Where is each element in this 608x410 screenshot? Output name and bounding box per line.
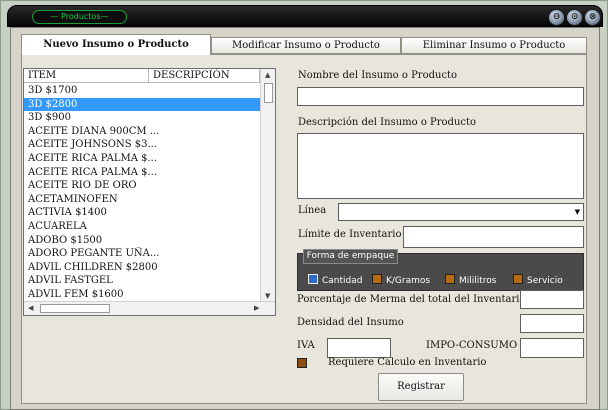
packaging-option-cantidad[interactable]: Cantidad [308, 274, 362, 287]
close-button[interactable]: ⊗ [584, 9, 601, 26]
list-item[interactable]: ACEITE RIO DE ORO [24, 179, 260, 193]
title-bar[interactable]: — Productos— ⊖ ⊙ ⊗ [7, 5, 603, 27]
list-item[interactable]: ADVIL FEM $1600 [24, 288, 260, 302]
horizontal-scroll-thumb[interactable] [40, 304, 110, 313]
line-label: Línea [298, 205, 327, 216]
list-item[interactable]: ACEITE DIANA 900CM ... [24, 125, 260, 139]
list-item[interactable]: ADOBO $1500 [24, 234, 260, 248]
list-item[interactable]: ACEITE RICA PALMA $... [24, 166, 260, 180]
register-button[interactable]: Registrar [378, 373, 464, 401]
column-item-header[interactable]: ITEM [24, 69, 149, 83]
impoconsumo-input[interactable] [520, 338, 584, 358]
packaging-option-mililitros[interactable]: Mililitros [445, 274, 497, 287]
packaging-option-kgramos[interactable]: K/Gramos [372, 274, 430, 287]
chevron-down-icon[interactable]: ▼ [575, 208, 580, 216]
packaging-group: Forma de empaque Cantidad K/Gramos Milil… [297, 249, 584, 291]
list-item[interactable]: ADVIL FASTGEL [24, 274, 260, 288]
application-window: — Productos— ⊖ ⊙ ⊗ Nuevo Insumo o Produc… [0, 0, 608, 410]
requires-calculation-checkbox[interactable] [297, 358, 307, 368]
list-item[interactable]: ACEITE RICA PALMA $... [24, 152, 260, 166]
window-title: — Productos— [32, 10, 127, 24]
product-form-client-area: Nuevo Insumo o Producto Modificar Insumo… [10, 27, 600, 410]
list-item[interactable]: 3D $2800 [24, 97, 260, 112]
inventory-limit-label: Límite de Inventario [298, 229, 402, 240]
packaging-option-servicio[interactable]: Servicio [513, 274, 563, 287]
vertical-scroll-thumb[interactable] [264, 83, 273, 103]
product-name-input[interactable] [297, 87, 584, 106]
density-input[interactable] [520, 314, 584, 333]
checkbox-icon[interactable] [372, 274, 382, 284]
packaging-option-label: Servicio [527, 276, 563, 286]
list-item[interactable]: ACEITE JOHNSONS $3... [24, 138, 260, 152]
requires-calculation-label: Requiere Calculo en Inventario [328, 357, 487, 368]
list-item[interactable]: 3D $1700 [24, 84, 260, 98]
tab-new-product[interactable]: Nuevo Insumo o Producto [21, 34, 211, 55]
impoconsumo-label: IMPO-CONSUMO [426, 340, 518, 351]
merma-input[interactable] [520, 290, 584, 309]
scroll-down-arrow-icon[interactable]: ▼ [265, 292, 270, 300]
packaging-option-label: K/Gramos [386, 276, 431, 286]
column-description-header[interactable]: DESCRIPCIÓN [149, 69, 260, 83]
line-dropdown[interactable]: ▼ [338, 203, 584, 221]
minimize-button[interactable]: ⊖ [548, 9, 565, 26]
checkbox-icon[interactable] [513, 274, 523, 284]
scroll-up-arrow-icon[interactable]: ▲ [265, 71, 270, 79]
iva-label: IVA [297, 340, 315, 351]
product-description-textarea[interactable] [297, 133, 584, 199]
checkbox-icon[interactable] [445, 274, 455, 284]
packaging-option-label: Mililitros [459, 276, 497, 286]
tab-modify-product[interactable]: Modificar Insumo o Producto [211, 37, 401, 54]
maximize-button[interactable]: ⊙ [566, 9, 583, 26]
list-item[interactable]: ACTIVIA $1400 [24, 206, 260, 220]
product-list[interactable]: ITEM DESCRIPCIÓN 3D $1700 3D $2800 3D $9… [23, 68, 276, 316]
packaging-title: Forma de empaque [303, 249, 398, 264]
iva-input[interactable] [327, 338, 391, 358]
list-item[interactable]: 3D $900 [24, 111, 260, 125]
checkbox-checked-icon[interactable] [308, 274, 318, 284]
packaging-option-label: Cantidad [322, 276, 363, 286]
list-item[interactable]: ADORO PEGANTE UÑA... [24, 247, 260, 261]
vertical-scrollbar[interactable]: ▲ ▼ [260, 69, 275, 302]
scroll-right-arrow-icon[interactable]: ▶ [254, 304, 259, 312]
merma-label: Porcentaje de Merma del total del Invent… [297, 294, 526, 305]
list-item[interactable]: ACETAMINOFEN [24, 193, 260, 207]
horizontal-scrollbar[interactable]: ◀ ▶ [24, 301, 275, 315]
scroll-left-arrow-icon[interactable]: ◀ [28, 304, 33, 312]
tab-strip: Nuevo Insumo o Producto Modificar Insumo… [21, 34, 587, 55]
list-item[interactable]: ACUARELA [24, 220, 260, 234]
list-item[interactable]: ADVIL CHILDREN $2800 [24, 261, 260, 275]
product-list-rows: 3D $1700 3D $2800 3D $900 ACEITE DIANA 9… [24, 84, 260, 302]
product-description-label: Descripción del Insumo o Producto [298, 117, 477, 128]
inventory-limit-input[interactable] [403, 226, 584, 248]
tab-delete-product[interactable]: Eliminar Insumo o Producto [401, 37, 587, 54]
product-name-label: Nombre del Insumo o Producto [298, 70, 458, 81]
density-label: Densidad del Insumo [297, 317, 404, 328]
